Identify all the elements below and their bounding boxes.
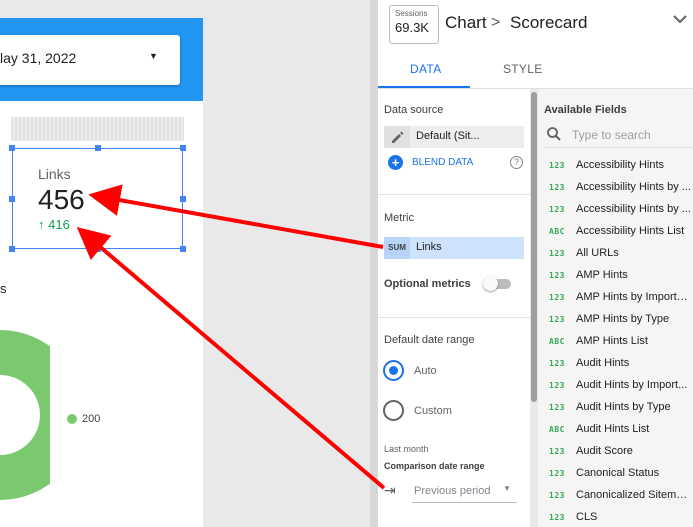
annotation-arrows [76,184,386,490]
arrow-to-comparison-value [76,227,386,490]
arrow-to-scorecard-value [88,184,384,249]
